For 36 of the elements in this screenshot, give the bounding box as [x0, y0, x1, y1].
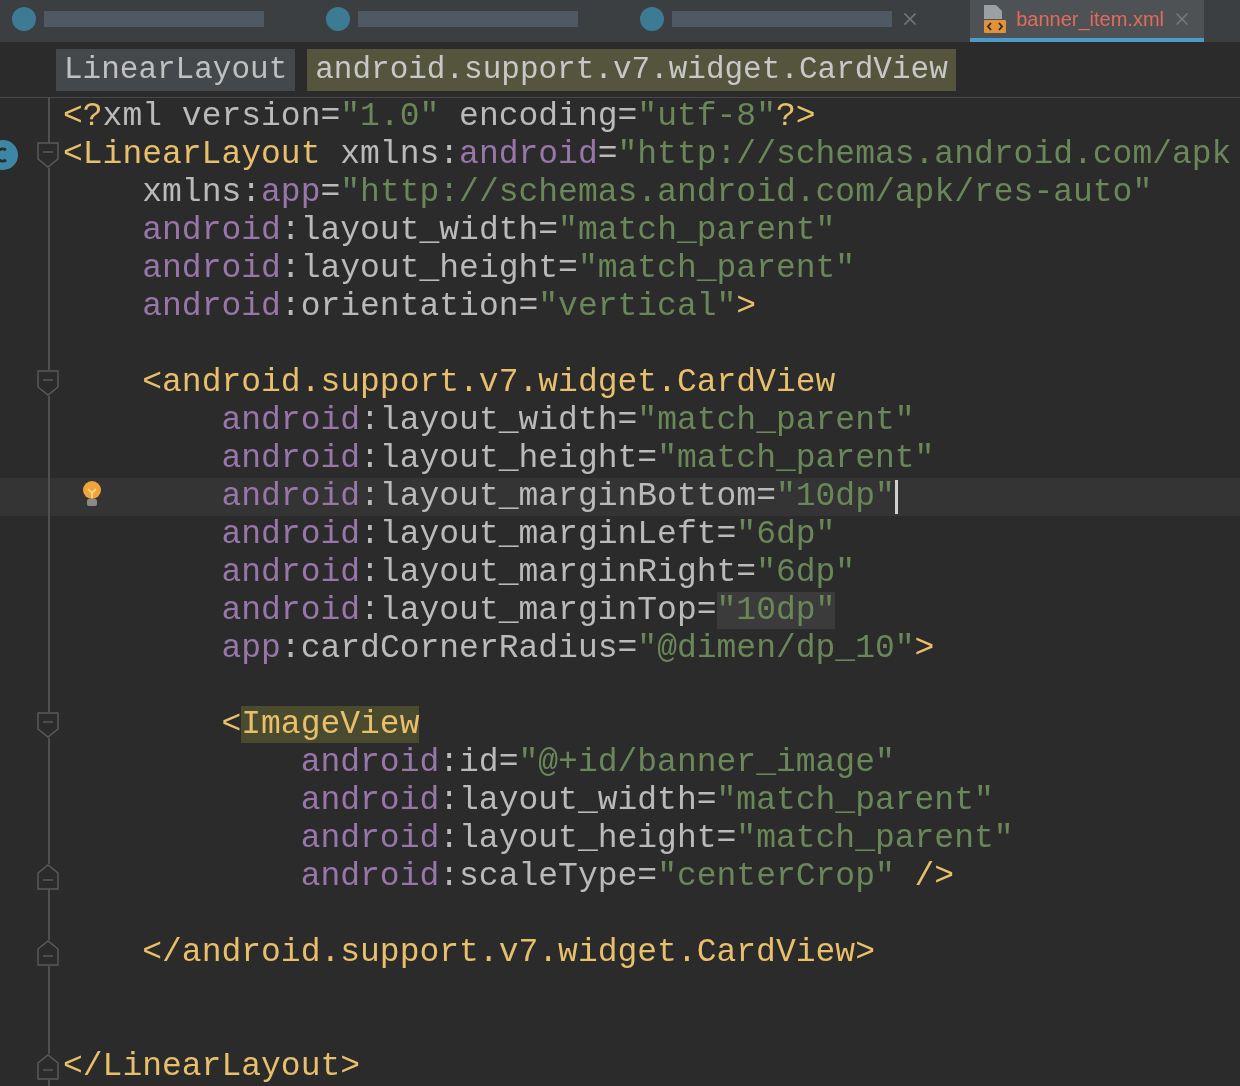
- code-line: <android.support.v7.widget.CardView: [142, 364, 836, 402]
- editor-tab[interactable]: banner_item.xml: [970, 0, 1204, 42]
- code-line: android:layout_width="match_parent": [221, 402, 915, 440]
- fold-marker-icon[interactable]: [37, 370, 59, 396]
- blurred-icon: [12, 7, 36, 31]
- code-line: android:layout_marginLeft="6dp": [221, 516, 836, 554]
- blurred-icon: [640, 7, 665, 31]
- xml-file-icon: [982, 4, 1009, 34]
- class-marker-icon[interactable]: [0, 140, 18, 170]
- code-line: android:layout_height="match_parent": [142, 250, 856, 288]
- code-line: android:layout_height="match_parent": [221, 440, 935, 478]
- code-line: app:cardCornerRadius="@dimen/dp_10">: [221, 630, 935, 668]
- code-line: android:orientation="vertical">: [142, 288, 757, 326]
- code-line: android:layout_marginBottom="10dp": [221, 478, 895, 516]
- fold-marker-icon[interactable]: [37, 864, 59, 890]
- code-line: <ImageView: [221, 706, 420, 744]
- fold-marker-icon[interactable]: [37, 712, 59, 738]
- code-line: android:layout_width="match_parent": [300, 782, 994, 820]
- code-line: <LinearLayout xmlns:android="http://schemas.android.com/apk: [63, 136, 1232, 174]
- code-line: android:layout_width="match_parent": [142, 212, 836, 250]
- code-line: android:scaleType="centerCrop" />: [300, 858, 955, 896]
- breadcrumb[interactable]: LinearLayout: [56, 48, 296, 91]
- blurred-icon: [326, 7, 351, 31]
- tab-label: banner_item.xml: [1016, 7, 1164, 33]
- code-line: android:id="@+id/banner_image": [300, 744, 895, 782]
- code-line: android:layout_marginRight="6dp": [221, 554, 856, 592]
- fold-marker-icon[interactable]: [37, 142, 59, 168]
- code-line: android:layout_marginTop="10dp": [221, 592, 836, 630]
- code-line: </LinearLayout>: [63, 1048, 361, 1086]
- code-line: <?xml version="1.0" encoding="utf-8"?>: [63, 98, 816, 136]
- code-line: </android.support.v7.widget.CardView>: [142, 934, 875, 972]
- breadcrumb[interactable]: android.support.v7.widget.CardView: [307, 48, 956, 91]
- code-line: xmlns:app="http://schemas.android.com/apk/res-auto": [142, 174, 1153, 212]
- code-line: android:layout_height="match_parent": [300, 820, 1014, 858]
- fold-marker-icon[interactable]: [37, 940, 59, 966]
- fold-marker-icon[interactable]: [37, 1054, 59, 1080]
